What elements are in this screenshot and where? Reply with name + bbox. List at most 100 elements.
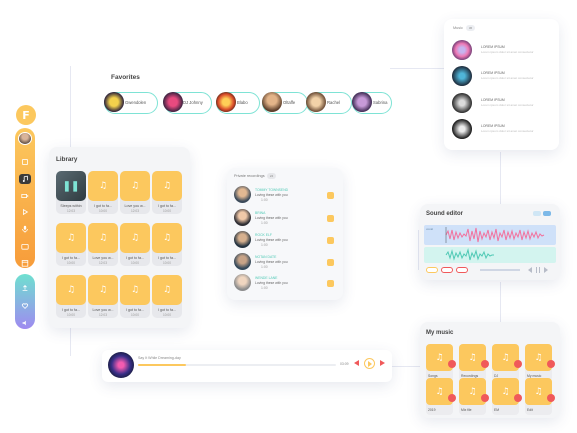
- folder-tile[interactable]: ♫ My music: [525, 344, 555, 381]
- recording-action-button[interactable]: [327, 259, 334, 266]
- tile-meta: 10:00: [67, 261, 75, 265]
- heart-icon[interactable]: [19, 300, 31, 312]
- folder-badge[interactable]: [547, 394, 555, 402]
- library-tile[interactable]: ♫ I got to fa... 10:00: [152, 223, 182, 266]
- nav-play-icon[interactable]: [19, 207, 31, 218]
- folder-tile[interactable]: ♫ Recordings: [459, 344, 489, 381]
- folder-tile[interactable]: ♫ EM: [492, 378, 522, 415]
- recording-name: TOMMY TOWNSEND: [255, 188, 289, 192]
- nav-video-icon[interactable]: [19, 190, 31, 201]
- editor-progress[interactable]: [480, 269, 520, 271]
- folder-label: Mix file: [461, 408, 472, 412]
- folder-badge[interactable]: [481, 394, 489, 402]
- favorites-title: Favorites: [111, 74, 140, 81]
- editor-toolbar-chip-1[interactable]: [426, 267, 438, 273]
- player-bar: Say It While Dreaming-day 03:09: [102, 350, 392, 382]
- nav-home-icon[interactable]: [19, 157, 31, 168]
- previous-icon[interactable]: [354, 360, 359, 366]
- my-music-panel: My music ♫ Songs ♫ Recordings ♫ DJ ♫ My musi…: [420, 322, 560, 418]
- library-tile[interactable]: ♫ Love you w... 12:03: [88, 223, 118, 266]
- folder-tile[interactable]: ♫ 2019: [426, 378, 456, 415]
- waveform-track-1[interactable]: vocal: [424, 225, 556, 245]
- folder-badge[interactable]: [547, 360, 555, 368]
- editor-toolbar-chip-3[interactable]: [456, 267, 468, 273]
- player-cover[interactable]: [108, 352, 134, 378]
- favorite-avatar: [352, 92, 372, 112]
- nav-music-icon[interactable]: [19, 173, 31, 185]
- library-tile[interactable]: ♫ I got to fa... 10:00: [120, 275, 150, 318]
- folder-label: EM: [494, 408, 500, 412]
- editor-pause-icon[interactable]: [536, 267, 540, 273]
- music-note-icon: ♫: [534, 352, 543, 363]
- music-note-icon: ♫: [66, 233, 76, 243]
- music-avatar[interactable]: [452, 40, 472, 60]
- pause-icon[interactable]: ❚❚: [63, 181, 80, 192]
- music-item-desc: Lorem ipsum dolor sit amet consectetur: [481, 50, 534, 54]
- editor-toggle-2[interactable]: [543, 211, 551, 216]
- app-logo[interactable]: F: [16, 105, 36, 125]
- player-track-title: Say It While Dreaming-day: [138, 356, 181, 360]
- recording-subtitle: Loving these with you: [255, 281, 288, 285]
- music-note-icon: ♫: [435, 352, 444, 363]
- recording-action-button[interactable]: [327, 215, 334, 222]
- nav-radio-icon[interactable]: [19, 241, 31, 252]
- nav-calendar-icon[interactable]: [19, 257, 31, 268]
- folder-badge[interactable]: [448, 360, 456, 368]
- editor-toolbar-chip-2[interactable]: [441, 267, 453, 273]
- library-tile[interactable]: ♫ I got to fa... 10:00: [88, 171, 118, 214]
- waveform-teal: [445, 248, 494, 261]
- music-avatar[interactable]: [452, 66, 472, 86]
- music-item-desc: Lorem ipsum dolor sit amet consectetur: [481, 103, 534, 107]
- folder-badge[interactable]: [481, 360, 489, 368]
- music-note-icon: ♫: [130, 181, 140, 191]
- editor-toggle-1[interactable]: [533, 211, 541, 216]
- folder-tile[interactable]: ♫ Songs: [426, 344, 456, 381]
- music-note-icon: ♫: [501, 386, 510, 397]
- volume-icon[interactable]: [19, 317, 31, 329]
- folder-tile[interactable]: ♫ DJ: [492, 344, 522, 381]
- waveform-track-2[interactable]: [424, 247, 556, 263]
- tile-title: I got to fa...: [158, 256, 176, 260]
- track-label: vocal: [426, 227, 434, 231]
- music-avatar[interactable]: [452, 93, 472, 113]
- sound-editor-title: Sound editor: [426, 211, 463, 217]
- music-item-title: LOREM IPSUM: [481, 124, 505, 128]
- folder-tile[interactable]: ♫ Mix file: [459, 378, 489, 415]
- library-tile[interactable]: ♫ Love you w... 12:03: [120, 171, 150, 214]
- music-note-icon: ♫: [98, 285, 108, 295]
- recording-action-button[interactable]: [327, 237, 334, 244]
- recording-time: 1:00: [261, 286, 268, 290]
- folder-badge[interactable]: [514, 360, 522, 368]
- library-tile[interactable]: ♫ I got to fa... 10:00: [56, 275, 86, 318]
- library-tile[interactable]: ♫ I got to fa... 10:00: [152, 171, 182, 214]
- editor-forward-icon[interactable]: [544, 267, 548, 273]
- folder-badge[interactable]: [448, 394, 456, 402]
- folder-badge[interactable]: [514, 394, 522, 402]
- nav-mic-icon[interactable]: [19, 224, 31, 235]
- music-item-title: LOREM IPSUM: [481, 98, 505, 102]
- tile-title: I got to fa...: [126, 308, 144, 312]
- music-list-title: Music: [453, 26, 463, 30]
- favorite-avatar: [306, 92, 326, 112]
- recording-action-button[interactable]: [327, 192, 334, 199]
- player-time: 03:09: [340, 362, 349, 366]
- next-icon[interactable]: [380, 360, 385, 366]
- library-tile[interactable]: ♫ I got to fa... 10:00: [152, 275, 182, 318]
- recording-time: 1:00: [261, 243, 268, 247]
- music-note-icon: ♫: [98, 233, 108, 243]
- editor-rewind-icon[interactable]: [528, 267, 532, 273]
- music-note-icon: ♫: [66, 285, 76, 295]
- tile-art: ♫: [120, 223, 150, 253]
- library-tile[interactable]: ❚❚ Sleeps within 12:03: [56, 171, 86, 214]
- user-avatar[interactable]: [18, 132, 32, 145]
- library-tile[interactable]: ♫ I got to fa... 10:00: [56, 223, 86, 266]
- player-progress-fill: [138, 364, 186, 366]
- library-tile[interactable]: ♫ Love you w... 12:03: [88, 275, 118, 318]
- upload-icon[interactable]: [19, 282, 31, 294]
- library-tile[interactable]: ♫ I got to fa... 10:00: [120, 223, 150, 266]
- folder-tile[interactable]: ♫ Edit: [525, 378, 555, 415]
- tile-meta: 12:03: [99, 313, 107, 317]
- tile-art: ♫: [88, 275, 118, 305]
- music-avatar[interactable]: [452, 119, 472, 139]
- recording-action-button[interactable]: [327, 280, 334, 287]
